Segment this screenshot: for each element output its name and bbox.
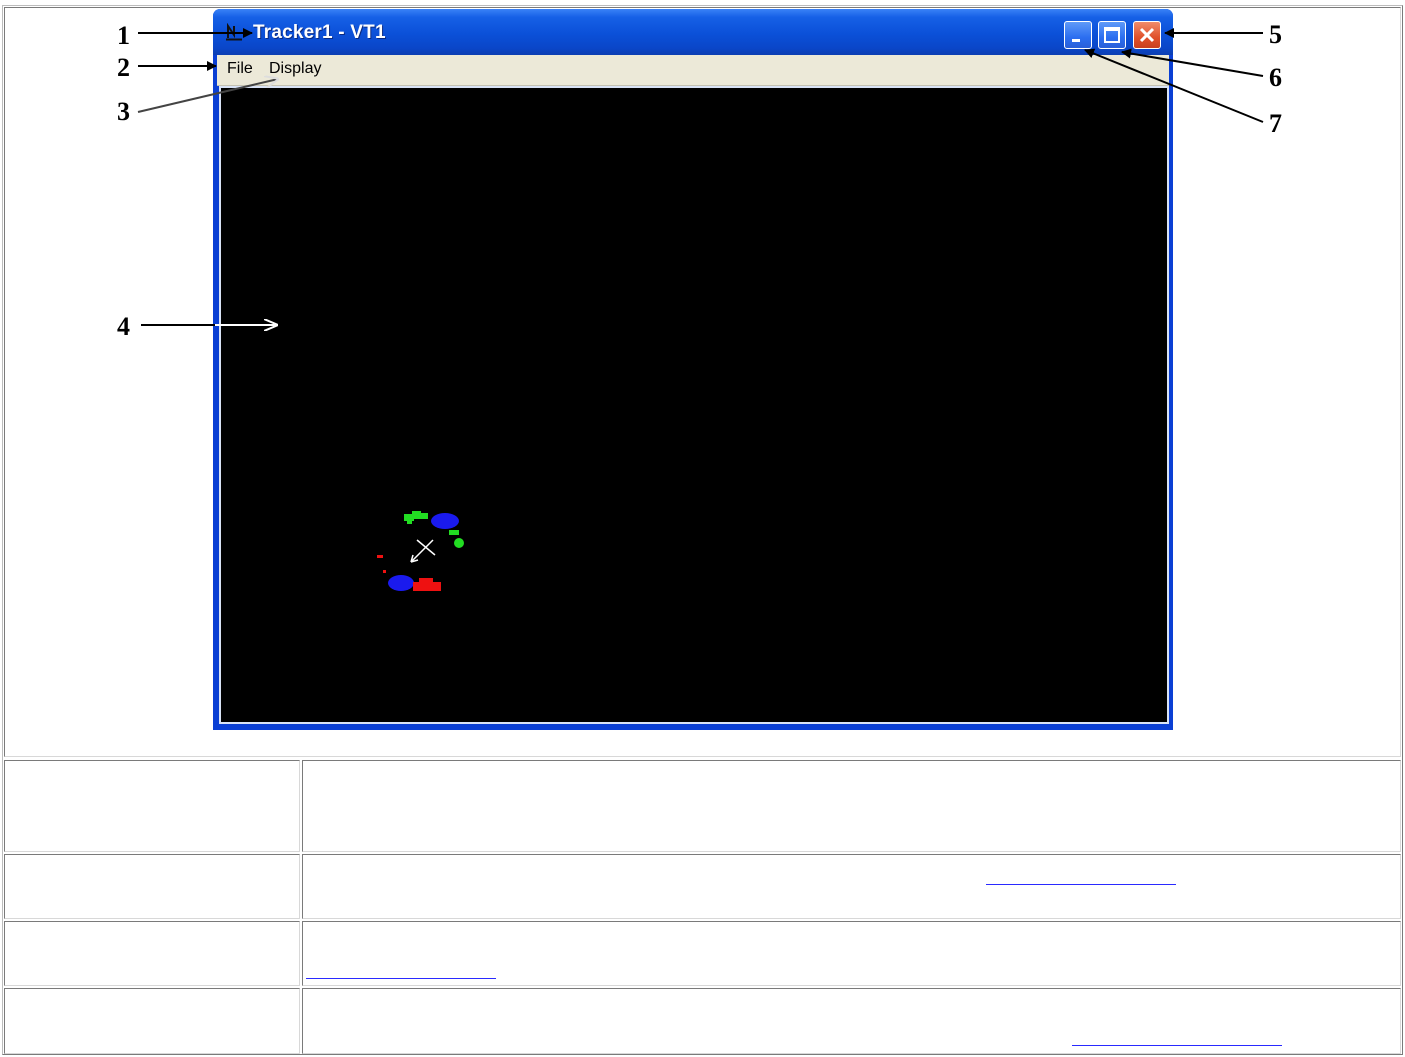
table-row-3-desc: [302, 921, 1401, 986]
table-row-1-desc: [302, 760, 1401, 852]
row-4-link[interactable]: [1072, 1045, 1282, 1046]
callout-1: 1: [117, 21, 130, 50]
callout-7: 7: [1269, 109, 1282, 138]
table-row-2-label: [4, 854, 300, 919]
callout-3: 3: [117, 97, 130, 126]
callout-5: 5: [1269, 20, 1282, 49]
table-row-4-label: [4, 988, 300, 1054]
row-3-link[interactable]: [306, 978, 496, 979]
row-2-link[interactable]: [986, 884, 1176, 885]
callout-6: 6: [1269, 63, 1282, 92]
table-row-2-desc: [302, 854, 1401, 919]
table-row-3-label: [4, 921, 300, 986]
arrow-3: [137, 79, 278, 113]
table-row-4-desc: [302, 988, 1401, 1054]
callout-2: 2: [117, 53, 130, 82]
callout-overlay: 1 2 3 4 5 6 7: [117, 20, 1282, 341]
arrow-6: [1121, 48, 1264, 77]
callout-4: 4: [117, 312, 130, 341]
table-row-1-label: [4, 760, 300, 852]
